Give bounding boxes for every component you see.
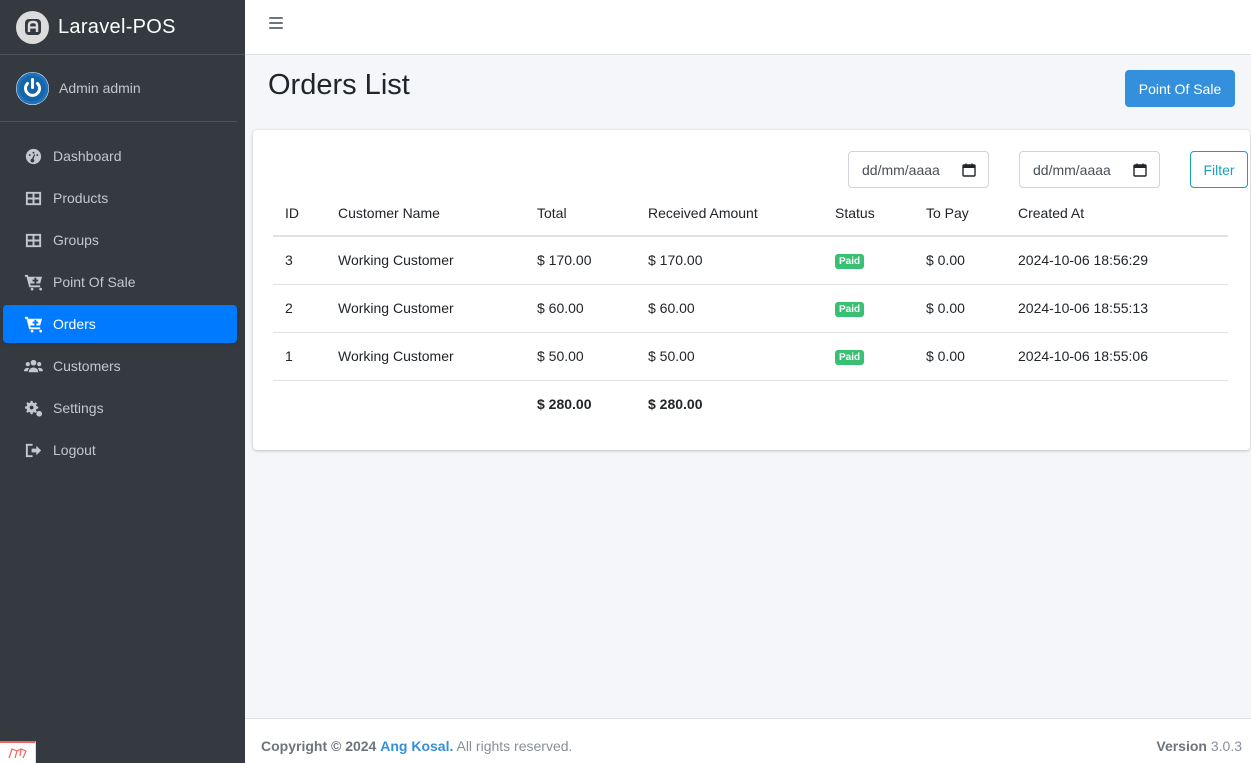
column-header-created-at: Created At (1006, 190, 1228, 237)
column-header-total: Total (525, 190, 636, 237)
received-amount: $ 170.00 (636, 236, 823, 285)
power-avatar-icon (16, 71, 49, 105)
status-badge: Paid (835, 254, 865, 270)
cart-plus-icon (23, 314, 43, 334)
table-totals-row: $ 280.00 $ 280.00 (273, 380, 1228, 428)
customer-name: Working Customer (326, 236, 525, 285)
laravel-pos-logo-icon (16, 10, 49, 44)
column-header-received-amount: Received Amount (636, 190, 823, 237)
sidebar-item-label: Groups (53, 232, 99, 248)
order-total: $ 170.00 (525, 236, 636, 285)
column-header-to-pay: To Pay (914, 190, 1006, 237)
cogs-icon (23, 398, 43, 418)
sidebar-item-label: Orders (53, 316, 96, 332)
end-date-placeholder: dd/mm/aaaa (1033, 161, 1111, 178)
sidebar-item-dashboard[interactable]: Dashboard (3, 137, 237, 175)
end-date-input[interactable]: dd/mm/aaaa (1019, 151, 1160, 188)
orders-card: dd/mm/aaaa dd/mm/aaaa Filter ID Customer… (253, 130, 1250, 450)
to-pay: $ 0.00 (914, 236, 1006, 285)
status-cell: Paid (823, 332, 914, 381)
received-amount: $ 50.00 (636, 332, 823, 381)
column-header-id: ID (273, 190, 326, 237)
brand-name: Laravel-POS (58, 15, 176, 38)
customer-name: Working Customer (326, 284, 525, 333)
sidebar-item-point-of-sale[interactable]: Point Of Sale (3, 263, 237, 301)
created-at: 2024-10-06 18:55:13 (1006, 284, 1228, 333)
created-at: 2024-10-06 18:56:29 (1006, 236, 1228, 285)
order-total: $ 50.00 (525, 332, 636, 381)
filter-button[interactable]: Filter (1190, 151, 1248, 188)
table-row: 2 Working Customer $ 60.00 $ 60.00 Paid … (273, 284, 1228, 333)
column-header-customer-name: Customer Name (326, 190, 525, 237)
to-pay: $ 0.00 (914, 332, 1006, 381)
customer-name: Working Customer (326, 332, 525, 381)
cart-plus-icon (23, 272, 43, 292)
debugbar-toggle-icon[interactable] (0, 741, 36, 763)
order-id: 3 (273, 236, 326, 285)
status-cell: Paid (823, 284, 914, 333)
calendar-icon[interactable] (962, 163, 976, 177)
sidebar-item-logout[interactable]: Logout (3, 431, 237, 469)
sidebar-item-settings[interactable]: Settings (3, 389, 237, 427)
sidebar-item-label: Customers (53, 358, 121, 374)
received-amount: $ 60.00 (636, 284, 823, 333)
table-row: 1 Working Customer $ 50.00 $ 50.00 Paid … (273, 332, 1228, 381)
table-icon (23, 188, 43, 208)
users-icon (23, 356, 43, 376)
grand-total: $ 280.00 (537, 396, 592, 413)
table-icon (23, 230, 43, 250)
start-date-placeholder: dd/mm/aaaa (862, 161, 940, 178)
copyright-text: Copyright © 2024 (261, 738, 377, 754)
sidebar-item-label: Point Of Sale (53, 274, 136, 290)
calendar-icon[interactable] (1133, 163, 1147, 177)
version-number: 3.0.3 (1210, 738, 1242, 754)
point-of-sale-button[interactable]: Point Of Sale (1125, 70, 1235, 107)
orders-table: ID Customer Name Total Received Amount S… (273, 190, 1228, 428)
table-header-row: ID Customer Name Total Received Amount S… (273, 190, 1228, 237)
copyright: Copyright © 2024 Ang Kosal. All rights r… (261, 738, 572, 754)
author-link[interactable]: Ang Kosal. (380, 738, 453, 754)
user-panel[interactable]: Admin admin (0, 55, 237, 122)
to-pay: $ 0.00 (914, 284, 1006, 333)
status-badge: Paid (835, 302, 865, 317)
sidebar-item-label: Products (53, 190, 109, 206)
order-id: 2 (273, 284, 326, 333)
page-title: Orders List (268, 69, 410, 101)
rights-text: All rights reserved. (456, 738, 573, 754)
column-header-status: Status (823, 190, 914, 237)
sidebar-item-label: Dashboard (53, 148, 122, 164)
order-total: $ 60.00 (525, 284, 636, 333)
sidebar-item-products[interactable]: Products (3, 179, 237, 217)
version-info: Version 3.0.3 (1156, 738, 1242, 754)
status-badge: Paid (835, 350, 865, 365)
grand-received: $ 280.00 (648, 396, 703, 413)
top-navbar (245, 0, 1251, 55)
start-date-input[interactable]: dd/mm/aaaa (848, 151, 989, 188)
sidebar-nav: Dashboard Products Groups Point Of Sale … (0, 137, 245, 469)
created-at: 2024-10-06 18:55:06 (1006, 332, 1228, 381)
sidebar-item-label: Settings (53, 400, 104, 416)
tachometer-icon (23, 146, 43, 166)
sidebar-item-customers[interactable]: Customers (3, 347, 237, 385)
user-name: Admin admin (59, 80, 141, 96)
sidebar-item-orders[interactable]: Orders (3, 305, 237, 343)
table-row: 3 Working Customer $ 170.00 $ 170.00 Pai… (273, 236, 1228, 285)
main-content: Orders List Point Of Sale dd/mm/aaaa dd/… (245, 55, 1251, 718)
brand-link[interactable]: Laravel-POS (0, 0, 245, 55)
sidebar: Laravel-POS Admin admin Dashboard Produc… (0, 0, 245, 763)
hamburger-menu-icon[interactable] (269, 17, 283, 31)
page-footer: Copyright © 2024 Ang Kosal. All rights r… (245, 718, 1251, 763)
sidebar-item-groups[interactable]: Groups (3, 221, 237, 259)
version-label: Version (1156, 738, 1207, 754)
sign-out-icon (23, 440, 43, 460)
status-cell: Paid (823, 236, 914, 285)
sidebar-item-label: Logout (53, 442, 96, 458)
order-id: 1 (273, 332, 326, 381)
